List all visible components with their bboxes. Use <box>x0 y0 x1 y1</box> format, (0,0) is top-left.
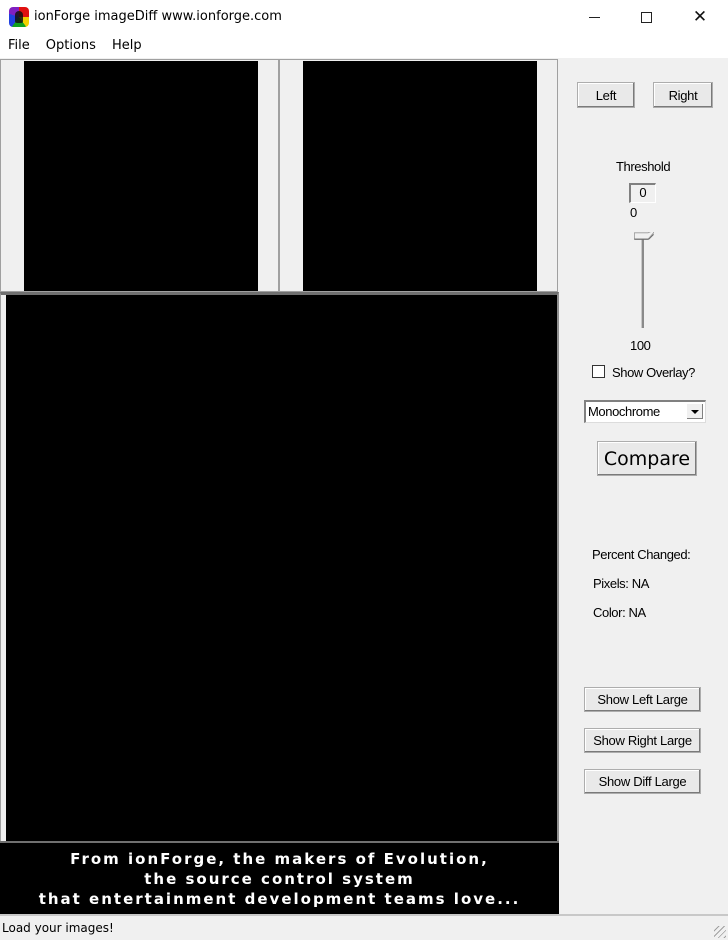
mode-select-value: Monochrome <box>588 404 660 419</box>
control-panel: Left Right Threshold 0 0 100 Show Overla… <box>559 58 728 914</box>
close-icon: ✕ <box>692 7 708 27</box>
menu-file[interactable]: File <box>0 34 38 58</box>
close-button[interactable]: ✕ <box>674 0 726 34</box>
show-overlay-checkbox[interactable] <box>592 365 605 378</box>
maximize-button[interactable] <box>620 0 672 34</box>
threshold-input[interactable]: 0 <box>629 183 656 203</box>
right-image-canvas[interactable] <box>303 61 537 291</box>
threshold-slider[interactable] <box>631 232 661 328</box>
slider-thumb[interactable] <box>631 232 657 240</box>
show-overlay-label[interactable]: Show Overlay? <box>612 365 695 380</box>
minimize-button[interactable] <box>568 0 620 34</box>
show-right-large-button[interactable]: Show Right Large <box>584 728 701 753</box>
left-image-canvas[interactable] <box>24 61 258 291</box>
percent-changed-label: Percent Changed: <box>592 547 691 562</box>
threshold-min-label: 0 <box>630 205 637 220</box>
threshold-max-label: 100 <box>630 338 651 353</box>
diff-image-canvas[interactable] <box>6 295 557 844</box>
banner-line-2: the source control system <box>144 870 415 888</box>
threshold-label: Threshold <box>616 159 671 174</box>
status-text: Load your images! <box>2 921 114 935</box>
banner-line-3: that entertainment development teams lov… <box>38 890 521 908</box>
promo-banner[interactable]: From ionForge, the makers of Evolution, … <box>0 843 559 914</box>
resize-grip-icon[interactable] <box>714 926 726 938</box>
menu-bar: File Options Help <box>0 34 728 58</box>
app-icon <box>9 7 29 27</box>
show-diff-large-button[interactable]: Show Diff Large <box>584 769 701 794</box>
title-bar: ionForge imageDiff www.ionforge.com ✕ <box>0 0 728 34</box>
menu-help[interactable]: Help <box>104 34 150 58</box>
maximize-icon <box>640 11 652 23</box>
load-right-button[interactable]: Right <box>653 82 713 108</box>
left-image-panel[interactable] <box>0 59 279 292</box>
minimize-icon <box>588 16 600 18</box>
slider-track[interactable] <box>641 238 644 328</box>
status-bar: Load your images! <box>0 914 728 940</box>
banner-line-1: From ionForge, the makers of Evolution, <box>70 850 489 868</box>
dropdown-button[interactable] <box>686 403 704 420</box>
diff-image-panel[interactable] <box>0 292 559 844</box>
color-changed-value: Color: NA <box>593 605 646 620</box>
chevron-down-icon <box>691 409 699 414</box>
right-image-panel[interactable] <box>279 59 558 292</box>
show-left-large-button[interactable]: Show Left Large <box>584 687 701 712</box>
compare-button[interactable]: Compare <box>597 441 697 476</box>
mode-select[interactable]: Monochrome <box>584 400 706 423</box>
pixels-changed-value: Pixels: NA <box>593 576 649 591</box>
menu-options[interactable]: Options <box>38 34 104 58</box>
load-left-button[interactable]: Left <box>577 82 635 108</box>
window-title: ionForge imageDiff www.ionforge.com <box>34 9 282 24</box>
